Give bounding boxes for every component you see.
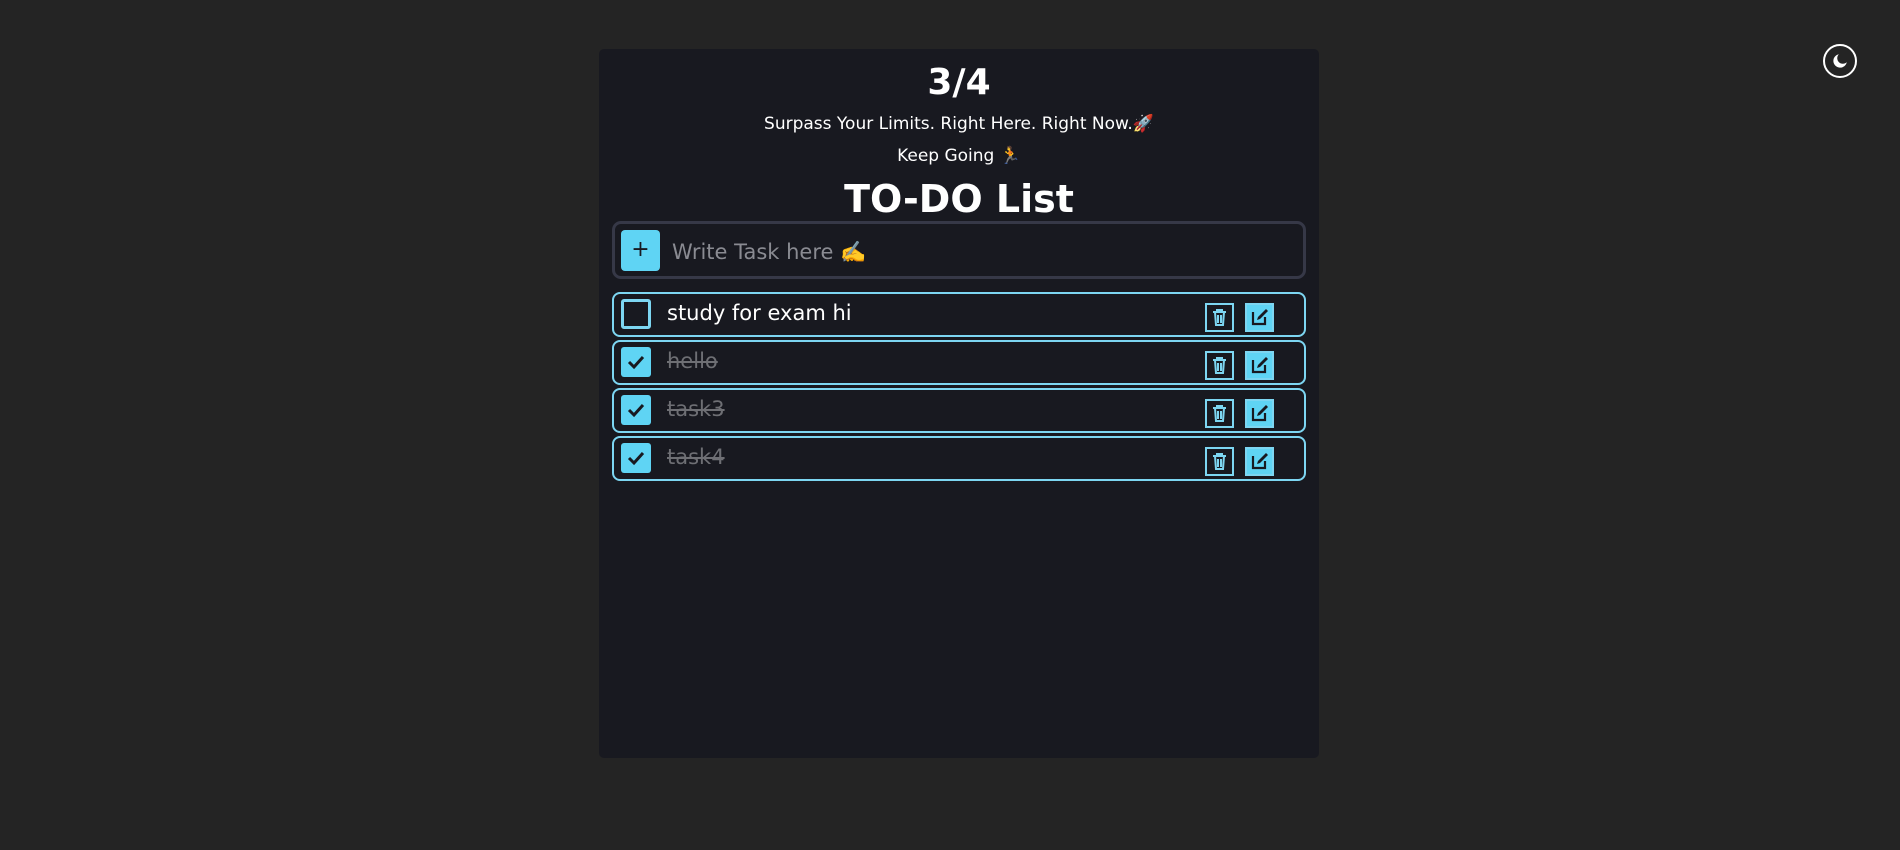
task-item: hello (612, 340, 1306, 385)
task-checkbox[interactable] (621, 299, 651, 329)
edit-icon[interactable] (1245, 303, 1274, 332)
task-item: task3 (612, 388, 1306, 433)
check-icon (627, 403, 645, 418)
todo-card: 3/4 Surpass Your Limits. Right Here. Rig… (599, 49, 1319, 758)
list-title: TO-DO List (844, 177, 1074, 221)
task-label: hello (667, 349, 718, 373)
moon-icon (1833, 54, 1847, 68)
task-label: task3 (667, 397, 725, 421)
check-icon (627, 355, 645, 370)
edit-icon[interactable] (1245, 351, 1274, 380)
task-checkbox[interactable] (621, 347, 651, 377)
task-checkbox[interactable] (621, 395, 651, 425)
task-item: task4 (612, 436, 1306, 481)
edit-icon[interactable] (1245, 399, 1274, 428)
trash-icon[interactable] (1205, 351, 1234, 380)
add-task-bar: + (612, 221, 1306, 279)
tagline: Surpass Your Limits. Right Here. Right N… (764, 114, 1154, 134)
add-task-button[interactable]: + (621, 230, 660, 271)
trash-icon[interactable] (1205, 303, 1234, 332)
task-input[interactable] (670, 230, 1294, 273)
trash-icon[interactable] (1205, 399, 1234, 428)
edit-icon[interactable] (1245, 447, 1274, 476)
task-label: study for exam hi (667, 301, 852, 325)
task-checkbox[interactable] (621, 443, 651, 473)
progress-counter: 3/4 (927, 62, 991, 103)
trash-icon[interactable] (1205, 447, 1234, 476)
task-item: study for exam hi (612, 292, 1306, 337)
encouragement-text: Keep Going 🏃 (897, 146, 1021, 166)
theme-toggle-button[interactable] (1823, 44, 1857, 78)
task-label: task4 (667, 445, 725, 469)
check-icon (627, 451, 645, 466)
